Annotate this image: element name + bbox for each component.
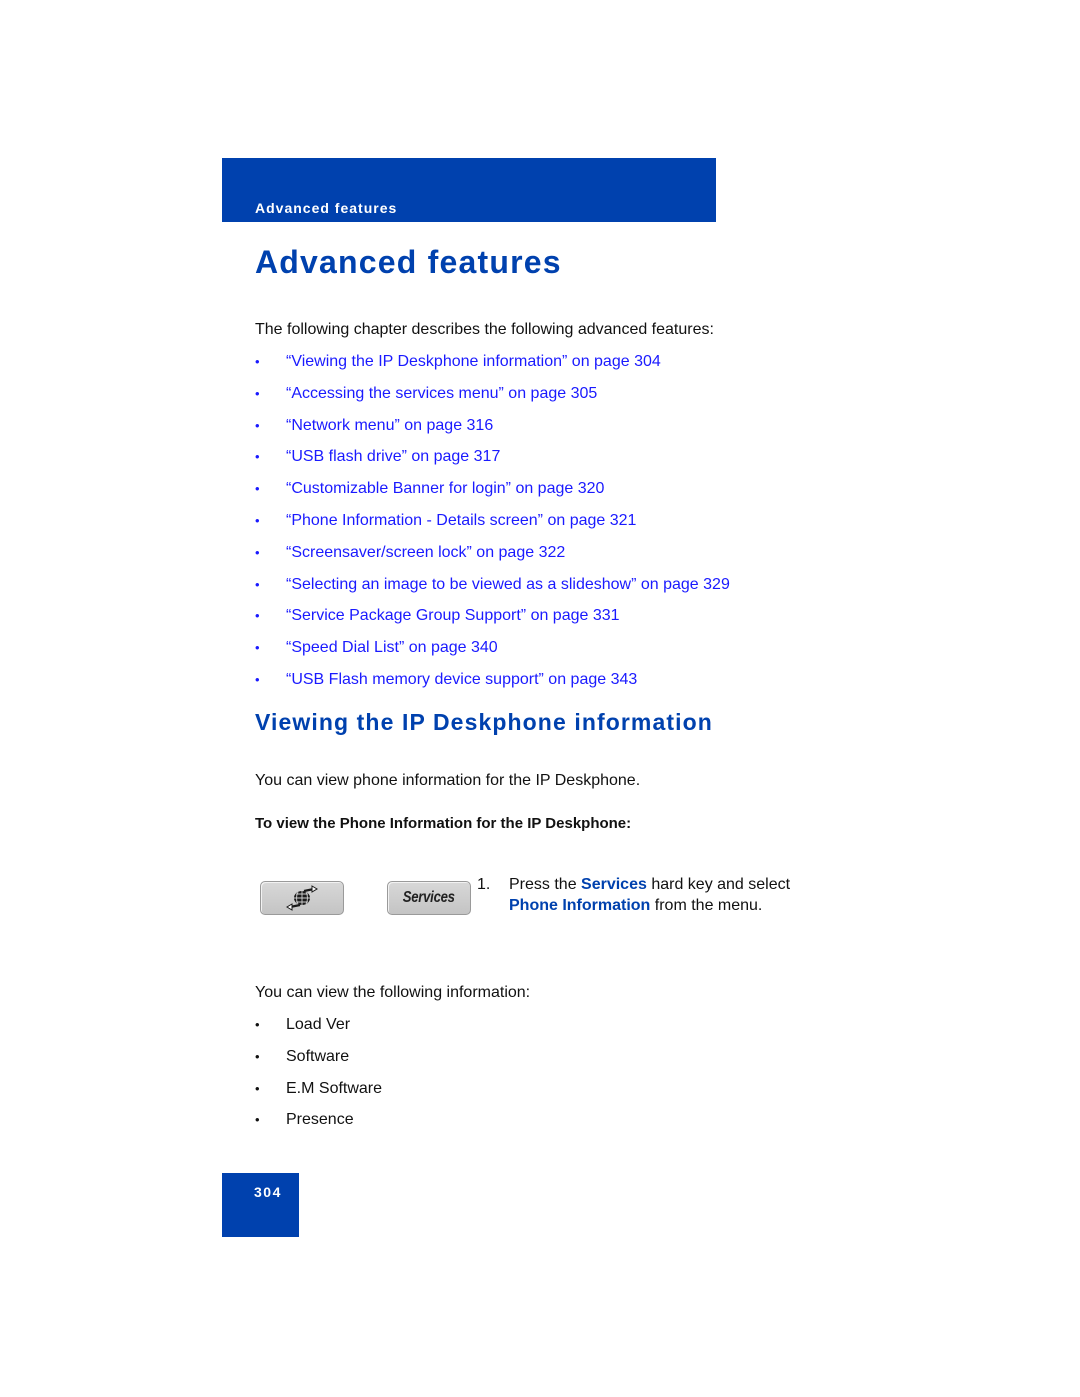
globe-arrows-icon [286,885,318,911]
bullet-icon: • [255,671,260,687]
info-item-label: E.M Software [286,1079,383,1097]
bullet-icon: • [255,512,260,528]
running-title: Advanced features [255,200,398,216]
chapter-toc-list: • “Viewing the IP Deskphone information” … [255,352,730,702]
toc-item: • “USB flash drive” on page 317 [255,447,730,479]
bullet-icon: • [255,449,260,465]
globe-hard-key[interactable] [260,881,344,915]
chapter-intro: The following chapter describes the foll… [255,321,714,338]
bullet-icon: • [255,640,260,656]
header-band: Advanced features [222,158,716,222]
ui-term-services: Services [581,876,647,893]
toc-link[interactable]: “Network menu” on page 316 [286,416,493,436]
toc-item: • “Selecting an image to be viewed as a s… [255,575,730,607]
procedure-step: 1. Press the Services hard key and selec… [477,874,839,916]
toc-link[interactable]: “Screensaver/screen lock” on page 322 [286,543,565,563]
toc-link[interactable]: “Accessing the services menu” on page 30… [286,384,597,404]
bullet-icon: • [255,544,260,560]
toc-item: • “Viewing the IP Deskphone information” … [255,352,730,384]
toc-link[interactable]: “Viewing the IP Deskphone information” o… [286,352,661,372]
toc-item: • “Speed Dial List” on page 340 [255,638,730,670]
toc-item: • “Accessing the services menu” on page 3… [255,384,730,416]
page-number-box: 304 [222,1173,299,1237]
page-title: Advanced features [255,244,562,280]
toc-link[interactable]: “Speed Dial List” on page 340 [286,638,498,658]
services-key-label: Services [402,889,456,906]
procedure-heading: To view the Phone Information for the IP… [255,815,632,832]
bullet-icon: • [255,417,260,433]
section-intro: You can view phone information for the I… [255,772,641,789]
toc-link[interactable]: “Customizable Banner for login” on page … [286,479,604,499]
bullet-icon: • [255,1112,260,1128]
bullet-icon: • [255,608,260,624]
section-heading: Viewing the IP Deskphone information [255,709,713,735]
toc-link[interactable]: “Selecting an image to be viewed as a sl… [286,575,730,595]
toc-item: • “Network menu” on page 316 [255,416,730,448]
step-text-part: hard key and select [646,876,791,893]
toc-link[interactable]: “Service Package Group Support” on page … [286,606,620,626]
info-item: • E.M Software [255,1079,382,1111]
toc-item: • “Customizable Banner for login” on page… [255,479,730,511]
info-intro: You can view the following information: [255,984,531,1001]
step-number: 1. [477,876,491,893]
info-item-label: Load Ver [286,1016,351,1033]
bullet-icon: • [255,354,260,369]
toc-link[interactable]: “Phone Information - Details screen” on … [286,511,636,531]
info-item: • Software [255,1047,382,1079]
toc-link[interactable]: “USB flash drive” on page 317 [286,447,500,467]
step-text: Press the Services hard key and select P… [509,874,839,916]
toc-item: • “Phone Information - Details screen” on… [255,511,730,543]
bullet-icon: • [255,1080,260,1096]
bullet-icon: • [255,385,260,401]
info-item: • Load Ver [255,1015,382,1047]
info-item: • Presence [255,1110,382,1142]
toc-item: • “Screensaver/screen lock” on page 322 [255,543,730,575]
bullet-icon: • [255,481,260,497]
info-item-label: Presence [286,1111,354,1129]
bullet-icon: • [255,576,260,592]
page-number: 304 [254,1184,282,1200]
bullet-icon: • [255,1048,260,1064]
toc-item: • “USB Flash memory device support” on pa… [255,670,730,702]
step-text-part: Press the [509,876,582,893]
services-hard-key[interactable]: Services [387,881,471,915]
step-text-part: from the menu. [650,897,763,914]
bullet-icon: • [255,1017,260,1032]
info-list: • Load Ver • Software • E.M Software • Prese… [255,1015,382,1142]
ui-term-phone-information: Phone Information [509,897,651,914]
info-item-label: Software [286,1047,350,1065]
toc-item: • “Service Package Group Support” on page… [255,606,730,638]
toc-link[interactable]: “USB Flash memory device support” on pag… [286,670,637,690]
